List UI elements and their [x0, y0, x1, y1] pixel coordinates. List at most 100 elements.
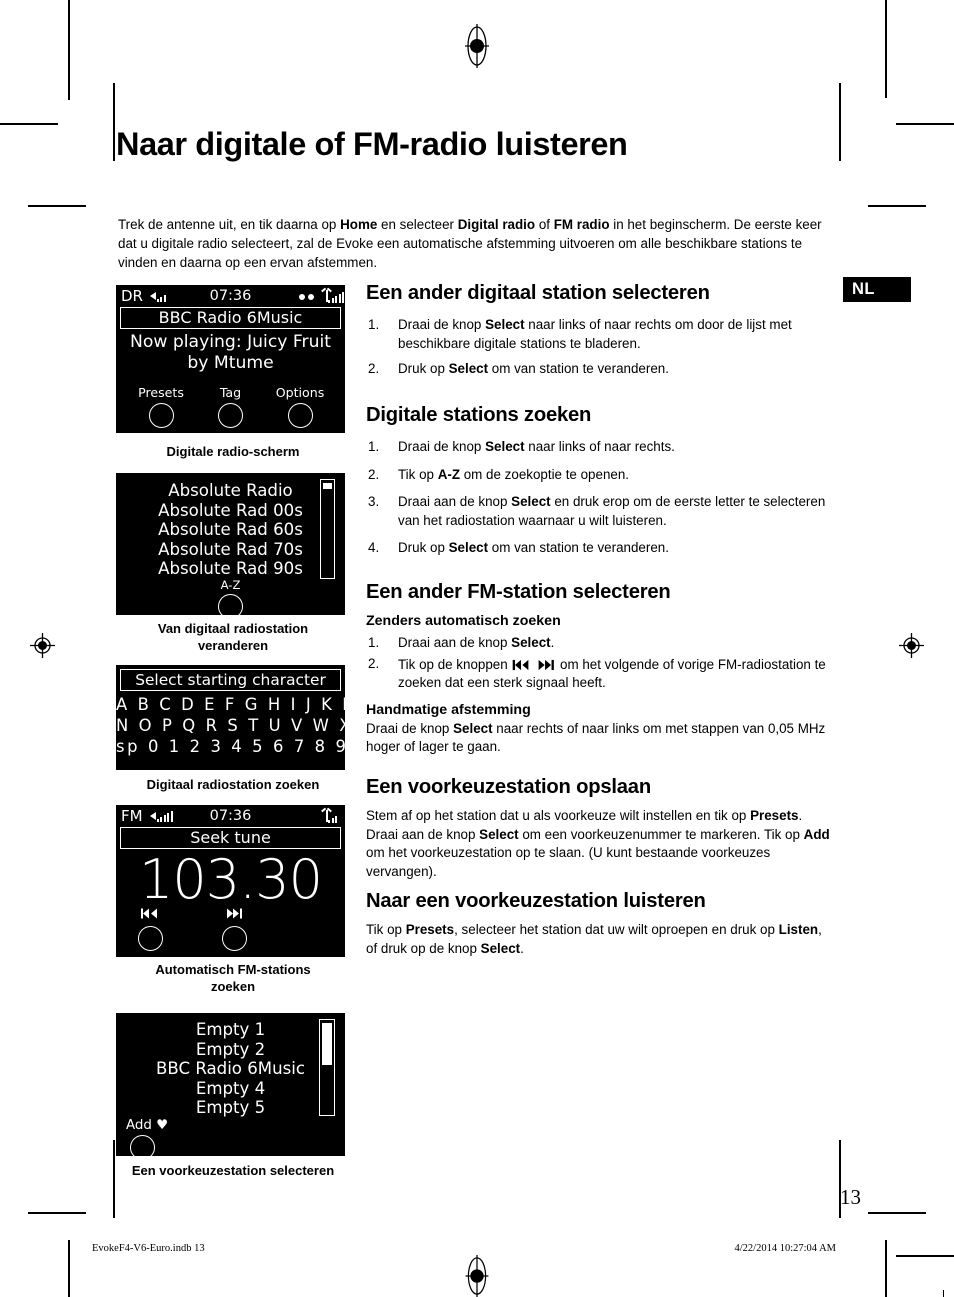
crop-mark	[896, 123, 954, 125]
page-title: Naar digitale of FM-radio luisteren	[116, 125, 628, 162]
softkey-presets-knob[interactable]	[148, 403, 174, 428]
station-list: Absolute Radio Absolute Rad 00s Absolute…	[116, 473, 345, 579]
select-character-banner: Select starting character	[120, 669, 341, 691]
para-bold-listen: Listen	[778, 922, 819, 937]
character-keyboard: A B C D E F G H I J K L M N O P Q R S T …	[116, 691, 345, 757]
step-number: 1.	[368, 317, 380, 332]
step-text-post: naar links of naar rechts.	[524, 439, 675, 454]
step-number: 1.	[368, 439, 380, 454]
crop-mark	[113, 83, 115, 161]
subsection-heading-manual-tune: Handmatige afstemming	[366, 701, 531, 718]
step-number: 2.	[368, 655, 380, 671]
crop-mark	[839, 83, 841, 161]
step-text-pre: Draai de knop	[398, 317, 486, 332]
step-bold: Select	[485, 317, 525, 332]
softkey-options[interactable]: Options	[269, 385, 331, 428]
softkey-presets[interactable]: Presets	[130, 385, 192, 428]
crop-mark	[0, 123, 58, 125]
list-item[interactable]: Empty 2	[116, 1040, 345, 1060]
list-item[interactable]: Absolute Rad 00s	[116, 501, 345, 521]
step-item: 2. Druk op Select om van station te veran…	[366, 360, 834, 379]
para-bold-select: Select	[479, 826, 519, 842]
keyboard-row[interactable]: N O P Q R S T U V W X Y Z	[116, 715, 345, 736]
list-item[interactable]: Empty 4	[116, 1079, 345, 1099]
lcd-status-bar: FM 07:36	[116, 805, 345, 826]
softkey-seek-down-knob[interactable]	[137, 926, 163, 951]
step-text-pre: Druk op	[398, 540, 449, 556]
softkey-add-label: Add ♥	[126, 1117, 169, 1133]
list-item[interactable]: Absolute Radio	[116, 481, 345, 501]
caption-select-preset: Een voorkeuzestation selecteren	[131, 1163, 335, 1178]
registration-target-icon	[899, 633, 924, 658]
para-bold-presets: Presets	[405, 922, 455, 937]
softkey-az-knob[interactable]	[218, 593, 243, 615]
step-text-post: om van station te veranderen.	[488, 361, 669, 377]
keyboard-row[interactable]: sp 0 1 2 3 4 5 6 7 8 9	[116, 736, 345, 757]
caption-line-2: veranderen	[197, 637, 269, 653]
step-text-pre: Tik op	[398, 466, 438, 482]
softkey-options-knob[interactable]	[287, 403, 313, 428]
list-item-selected[interactable]: BBC Radio 6Music	[156, 1059, 305, 1078]
softkey-tag-label: Tag	[219, 385, 242, 400]
step-text-post: om van station te veranderen.	[488, 540, 669, 556]
now-playing-line-1: Now playing: Juicy Fruit	[129, 332, 332, 352]
caption-search-digital-station: Digitaal radiostation zoeken	[146, 777, 320, 792]
registration-target-icon	[465, 1255, 489, 1297]
step-item: 1. Draai aan de knop Select.	[366, 634, 834, 653]
softkey-tag[interactable]: Tag	[200, 385, 262, 428]
scrollbar-thumb[interactable]	[323, 483, 332, 489]
softkey-seek-up[interactable]	[218, 907, 250, 951]
para-bold-presets: Presets	[750, 808, 799, 823]
softkey-tag-knob[interactable]	[218, 403, 243, 428]
scrollbar[interactable]	[319, 1019, 335, 1116]
stereo-dots-icon	[299, 293, 314, 300]
keyboard-row[interactable]: A B C D E F G H I J K L M	[116, 694, 345, 715]
scrollbar[interactable]	[320, 479, 335, 579]
step-bold: Select	[448, 540, 489, 556]
document-page: Naar digitale of FM-radio luisteren Trek…	[0, 0, 954, 1297]
registration-target-icon	[465, 24, 489, 68]
step-item: 3. Draai aan de knop Select en druk erop …	[366, 493, 834, 530]
screenshot-fm-seek: FM 07:36 Seek tune 103.30	[116, 805, 345, 957]
list-item[interactable]: Absolute Rad 70s	[116, 540, 345, 560]
fm-frequency-display: 103.30	[139, 848, 323, 911]
softkey-seek-up-knob[interactable]	[221, 926, 247, 951]
softkey-seek-down[interactable]	[134, 907, 166, 951]
preset-list: Empty 1 Empty 2 BBC Radio 6Music Empty 4…	[116, 1013, 345, 1118]
subsection-heading-auto-seek: Zenders automatisch zoeken	[366, 613, 561, 629]
softkey-az-label: A-Z	[220, 577, 241, 592]
list-item[interactable]: Absolute Rad 90s	[116, 559, 345, 579]
list-item-selected[interactable]: Absolute Rad 60s	[158, 520, 303, 539]
section-listen-preset: Naar een voorkeuzestation luisteren Tik …	[366, 889, 834, 958]
step-item: 1. Draai de knop Select naar links of naa…	[366, 438, 834, 457]
intro-text-1: Trek de antenne uit, en tik daarna op	[118, 217, 341, 233]
list-item[interactable]: Empty 5	[116, 1098, 345, 1118]
screenshot-station-list: Absolute Radio Absolute Rad 00s Absolute…	[116, 473, 345, 615]
scrollbar-thumb[interactable]	[322, 1023, 332, 1065]
intro-paragraph: Trek de antenne uit, en tik daarna op Ho…	[118, 216, 831, 272]
prev-track-icon	[134, 907, 166, 923]
section-heading: Digitale stations zoeken	[366, 404, 592, 426]
footer-filename: EvokeF4-V6-Euro.indb 13	[92, 1243, 205, 1254]
section-digital-station-select: Een ander digitaal station selecteren 1.…	[366, 281, 834, 386]
para-text-2: , selecteer het station dat uw wilt opro…	[454, 922, 779, 937]
softkey-add-knob[interactable]	[130, 1134, 155, 1156]
antenna-signal-icon	[320, 287, 344, 303]
seek-tune-banner: Seek tune	[120, 827, 341, 849]
manual-tune-paragraph: Draai de knop Select naar rechts of naar…	[366, 720, 834, 757]
step-item: 2. Tik op de knoppen om het volgende of v…	[366, 655, 834, 693]
para-bold-add: Add	[803, 826, 830, 842]
save-preset-paragraph: Stem af op het station dat u als voorkeu…	[366, 807, 834, 881]
para-bold-select: Select	[480, 940, 521, 956]
section-fm-station-select: Een ander FM-station selecteren Zenders …	[366, 580, 834, 757]
crop-mark	[942, 1290, 944, 1297]
crop-mark	[68, 52, 70, 100]
lcd-status-bar: DR 07:36	[116, 285, 345, 306]
para-text-4: .	[520, 940, 524, 956]
caption-change-station: Van digitaal radiostation veranderen	[100, 621, 366, 654]
caption-fm-auto-seek: Automatisch FM-stations zoeken	[100, 962, 366, 995]
list-item[interactable]: Empty 1	[116, 1020, 345, 1040]
screenshot-presets: Empty 1 Empty 2 BBC Radio 6Music Empty 4…	[116, 1013, 345, 1156]
para-text-3: om een voorkeuzenummer te markeren. Tik …	[518, 826, 804, 842]
status-time: 07:36	[209, 807, 252, 824]
